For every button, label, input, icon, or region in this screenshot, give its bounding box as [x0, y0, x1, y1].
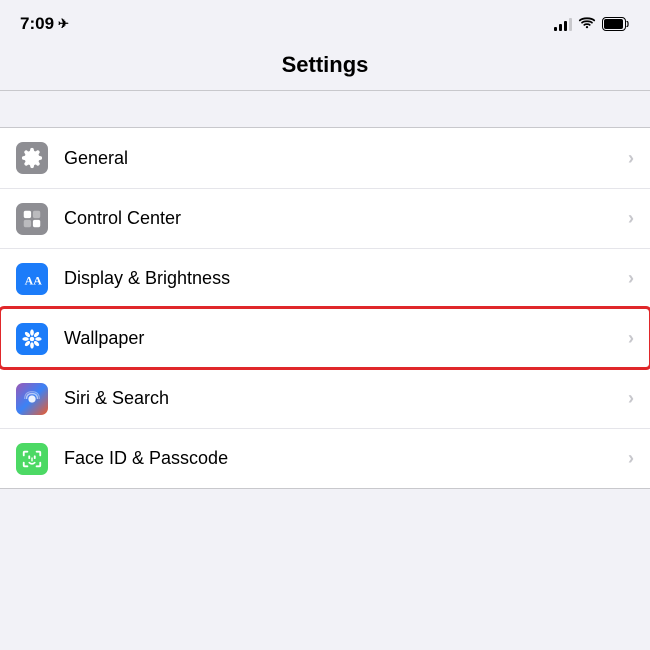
gear-icon: [21, 147, 43, 169]
display-label: Display & Brightness: [64, 268, 620, 289]
settings-item-faceid[interactable]: Face ID & Passcode ›: [0, 428, 650, 488]
wallpaper-icon: [21, 328, 43, 350]
faceid-label: Face ID & Passcode: [64, 448, 620, 469]
section-spacer: [0, 91, 650, 127]
display-icon-bg: AA: [16, 263, 48, 295]
status-icons: [554, 17, 630, 31]
settings-list: General › Control Center › AA Display & …: [0, 127, 650, 489]
wifi-icon: [578, 17, 596, 31]
wallpaper-chevron: ›: [628, 328, 634, 349]
faceid-icon: [21, 448, 43, 470]
control-center-icon: [21, 208, 43, 230]
page-header: Settings: [0, 44, 650, 91]
control-center-label: Control Center: [64, 208, 620, 229]
siri-icon-bg: [16, 383, 48, 415]
svg-text:AA: AA: [25, 273, 43, 287]
wallpaper-icon-bg: [16, 323, 48, 355]
general-chevron: ›: [628, 148, 634, 169]
general-icon-bg: [16, 142, 48, 174]
wallpaper-label: Wallpaper: [64, 328, 620, 349]
display-icon: AA: [21, 268, 43, 290]
siri-label: Siri & Search: [64, 388, 620, 409]
siri-icon: [21, 388, 43, 410]
signal-icon: [554, 17, 572, 31]
settings-item-wallpaper[interactable]: Wallpaper ›: [0, 308, 650, 368]
settings-item-siri[interactable]: Siri & Search ›: [0, 368, 650, 428]
general-label: General: [64, 148, 620, 169]
settings-item-display[interactable]: AA Display & Brightness ›: [0, 248, 650, 308]
page-title: Settings: [282, 52, 369, 77]
settings-item-control-center[interactable]: Control Center ›: [0, 188, 650, 248]
location-icon: ✈︎: [58, 16, 69, 32]
settings-item-general[interactable]: General ›: [0, 128, 650, 188]
status-time: 7:09 ✈︎: [20, 14, 69, 34]
siri-chevron: ›: [628, 388, 634, 409]
display-chevron: ›: [628, 268, 634, 289]
time-display: 7:09: [20, 14, 54, 34]
faceid-chevron: ›: [628, 448, 634, 469]
control-center-icon-bg: [16, 203, 48, 235]
status-bar: 7:09 ✈︎: [0, 0, 650, 44]
battery-icon: [602, 17, 630, 31]
control-center-chevron: ›: [628, 208, 634, 229]
faceid-icon-bg: [16, 443, 48, 475]
